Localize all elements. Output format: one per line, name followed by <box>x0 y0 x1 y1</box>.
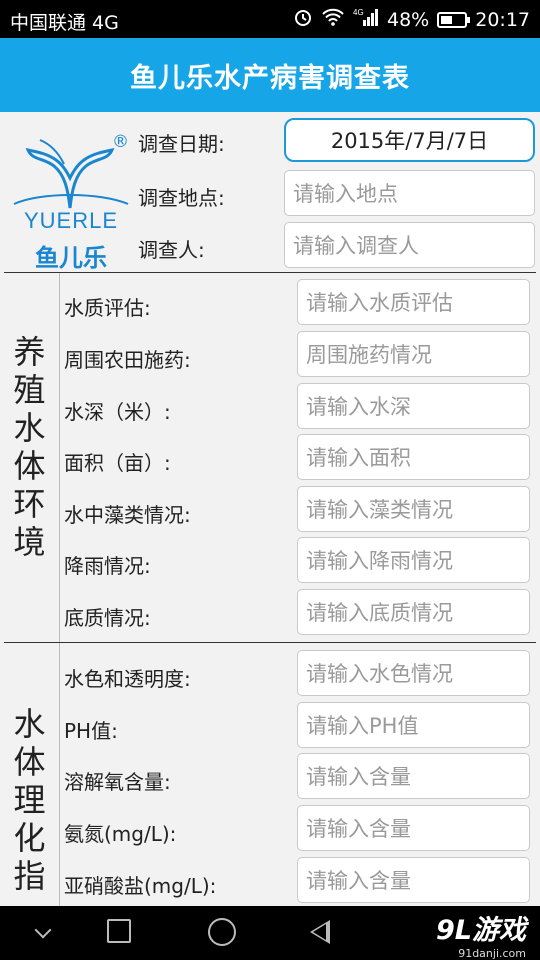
carrier-label: 中国联通 4G <box>10 12 119 34</box>
section-title-char: 环 <box>13 485 46 523</box>
section-title-char: 理 <box>13 781 46 819</box>
ammonia-input[interactable]: 请输入含量 <box>297 805 530 851</box>
sediment-label: 底质情况: <box>64 606 151 630</box>
watermark-site: 91danji.com <box>458 947 526 960</box>
watermark-brand: 9L游戏 <box>436 915 526 946</box>
ammonia-placeholder: 请输入含量 <box>306 817 411 841</box>
water-depth-placeholder: 请输入水深 <box>306 395 411 419</box>
sediment-placeholder: 请输入底质情况 <box>306 601 453 625</box>
water-color-input[interactable]: 请输入水色情况 <box>297 650 530 696</box>
water-depth-input[interactable]: 请输入水深 <box>297 383 530 429</box>
investigator-label: 调查人: <box>138 238 205 262</box>
clock: 20:17 <box>475 8 530 31</box>
form-header: YUERLE 鱼儿乐 ® 调查日期: 2015年/7月/7日 调查地点: 请输入… <box>0 112 540 272</box>
recent-apps-button[interactable] <box>107 919 131 943</box>
date-label: 调查日期: <box>138 132 225 156</box>
algae-input[interactable]: 请输入藻类情况 <box>297 486 530 532</box>
dissolved-oxygen-label: 溶解氧含量: <box>64 770 171 794</box>
home-button[interactable] <box>208 918 236 946</box>
location-input[interactable]: 请输入地点 <box>284 170 535 216</box>
alarm-icon <box>293 7 313 32</box>
section-title-char: 体 <box>13 447 46 485</box>
navigation-bar: 9L游戏 91danji.com <box>0 906 540 960</box>
dissolved-oxygen-placeholder: 请输入含量 <box>306 765 411 789</box>
rainfall-placeholder: 请输入降雨情况 <box>306 549 453 573</box>
page-title: 鱼儿乐水产病害调查表 <box>130 62 410 94</box>
battery-icon <box>437 11 471 28</box>
logo-brand-en: YUERLE <box>23 208 119 233</box>
survey-form[interactable]: YUERLE 鱼儿乐 ® 调查日期: 2015年/7月/7日 调查地点: 请输入… <box>0 112 540 906</box>
section-title-char: 养 <box>13 333 46 371</box>
battery-percent: 48% <box>387 8 430 31</box>
section-water-physicochemical: 水 体 理 化 指 水色和透明度: 请输入水色情况 PH值: 请输入PH值 溶解… <box>0 643 540 906</box>
pesticide-label: 周围农田施药: <box>64 348 191 372</box>
location-placeholder: 请输入地点 <box>293 182 398 206</box>
back-button[interactable] <box>310 920 330 944</box>
date-value: 2015年/7月/7日 <box>330 129 489 153</box>
hide-nav-icon[interactable] <box>34 921 52 939</box>
section-title-char: 境 <box>13 523 46 561</box>
status-icons: 4G 48% 20:17 <box>293 7 530 32</box>
nitrite-placeholder: 请输入含量 <box>306 869 411 893</box>
signal-icon: 4G <box>353 7 379 32</box>
water-quality-label: 水质评估: <box>64 296 151 320</box>
wifi-icon <box>321 7 345 32</box>
algae-placeholder: 请输入藻类情况 <box>306 498 453 522</box>
investigator-placeholder: 请输入调查人 <box>293 234 419 258</box>
water-depth-label: 水深（米）: <box>64 400 171 424</box>
water-color-placeholder: 请输入水色情况 <box>306 662 453 686</box>
nitrite-label: 亚硝酸盐(mg/L): <box>64 874 217 898</box>
nitrite-input[interactable]: 请输入含量 <box>297 857 530 903</box>
area-placeholder: 请输入面积 <box>306 446 411 470</box>
app-bar: 鱼儿乐水产病害调查表 <box>0 38 540 112</box>
registered-mark: ® <box>112 132 129 152</box>
water-color-label: 水色和透明度: <box>64 667 191 691</box>
dissolved-oxygen-input[interactable]: 请输入含量 <box>297 753 530 799</box>
area-input[interactable]: 请输入面积 <box>297 434 530 480</box>
ph-placeholder: 请输入PH值 <box>306 714 419 738</box>
rainfall-input[interactable]: 请输入降雨情况 <box>297 537 530 583</box>
location-label: 调查地点: <box>138 186 225 210</box>
date-picker[interactable]: 2015年/7月/7日 <box>284 118 535 162</box>
section-title-char: 水 <box>13 705 46 743</box>
section-title-char: 水 <box>13 409 46 447</box>
section-title-farming-environment: 养 殖 水 体 环 境 <box>0 273 60 642</box>
network-type: 4G <box>353 8 364 17</box>
watermark: 9L游戏 91danji.com <box>436 908 526 960</box>
section-title-char: 指 <box>13 857 46 895</box>
section-title-char: 殖 <box>13 371 46 409</box>
logo-brand-cn: 鱼儿乐 <box>35 244 107 272</box>
water-quality-placeholder: 请输入水质评估 <box>306 291 453 315</box>
rainfall-label: 降雨情况: <box>64 554 151 578</box>
pesticide-placeholder: 周围施药情况 <box>306 343 432 367</box>
area-label: 面积（亩）: <box>64 451 171 475</box>
investigator-input[interactable]: 请输入调查人 <box>284 222 535 268</box>
section-title-char: 化 <box>13 819 46 857</box>
status-bar: 中国联通 4G 4G 48% 20:17 <box>0 0 540 38</box>
section-title-water-physicochemical: 水 体 理 化 指 <box>0 643 60 906</box>
sediment-input[interactable]: 请输入底质情况 <box>297 589 530 635</box>
ph-label: PH值: <box>64 719 118 743</box>
pesticide-input[interactable]: 周围施药情况 <box>297 331 530 377</box>
ph-input[interactable]: 请输入PH值 <box>297 702 530 748</box>
section-title-char: 体 <box>13 743 46 781</box>
ammonia-label: 氨氮(mg/L): <box>64 822 177 846</box>
section-farming-environment: 养 殖 水 体 环 境 水质评估: 请输入水质评估 周围农田施药: 周围施药情况… <box>0 273 540 642</box>
water-quality-input[interactable]: 请输入水质评估 <box>297 279 530 325</box>
algae-label: 水中藻类情况: <box>64 503 191 527</box>
